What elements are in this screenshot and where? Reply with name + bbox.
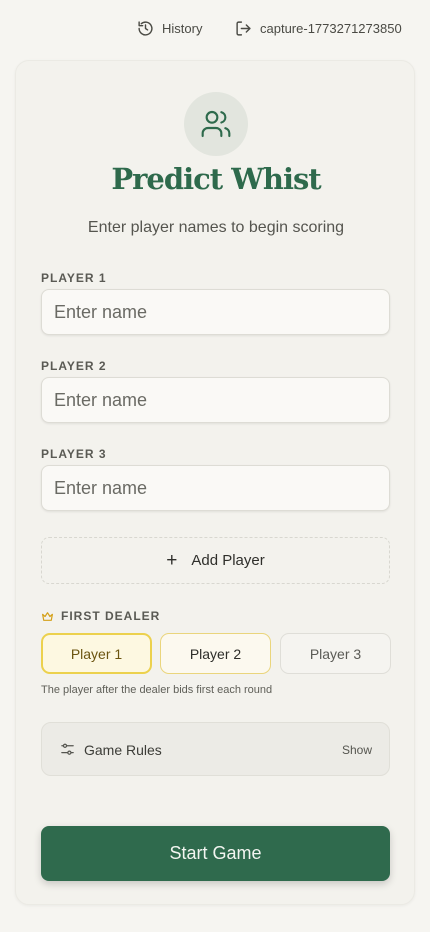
dealer-option-player-1[interactable]: Player 1 [41, 633, 152, 674]
player-2-name-input[interactable] [41, 377, 390, 423]
game-rules-show-label[interactable]: Show [342, 743, 372, 757]
player-1-name-input[interactable] [41, 289, 390, 335]
dealer-option-player-3[interactable]: Player 3 [280, 633, 391, 674]
session-label: capture-1773271273850 [260, 20, 402, 36]
game-rules-label: Game Rules [84, 742, 162, 758]
player-3-label: PLAYER 3 [41, 447, 107, 461]
first-dealer-label: FIRST DEALER [61, 609, 161, 623]
page-subtitle: Enter player names to begin scoring [87, 219, 345, 236]
setup-card: Predict Whist Enter player names to begi… [15, 60, 415, 905]
dealer-option-player-2[interactable]: Player 2 [160, 633, 271, 674]
plus-icon: + [166, 550, 178, 571]
history-label: History [162, 20, 203, 36]
session-logout-link[interactable]: capture-1773271273850 [235, 18, 402, 38]
users-icon [201, 110, 231, 138]
player-1-label: PLAYER 1 [41, 271, 107, 285]
first-dealer-heading: FIRST DEALER [41, 609, 160, 623]
crown-icon [42, 611, 53, 621]
history-icon [138, 20, 153, 36]
logout-icon [236, 20, 251, 36]
add-player-label: Add Player [191, 552, 265, 569]
player-3-name-input[interactable] [41, 465, 390, 511]
sliders-icon [61, 743, 74, 755]
page-title: Predict Whist [111, 162, 321, 196]
history-link[interactable]: History [137, 18, 202, 38]
player-2-label: PLAYER 2 [41, 359, 107, 373]
add-player-button[interactable]: + Add Player [41, 537, 390, 584]
logo-badge [184, 92, 248, 156]
dealer-hint-text: The player after the dealer bids first e… [41, 684, 273, 696]
game-rules-toggle[interactable]: Game Rules Show [41, 722, 390, 776]
top-bar: History capture-1773271273850 [0, 0, 430, 56]
start-game-button[interactable]: Start Game [41, 826, 390, 881]
